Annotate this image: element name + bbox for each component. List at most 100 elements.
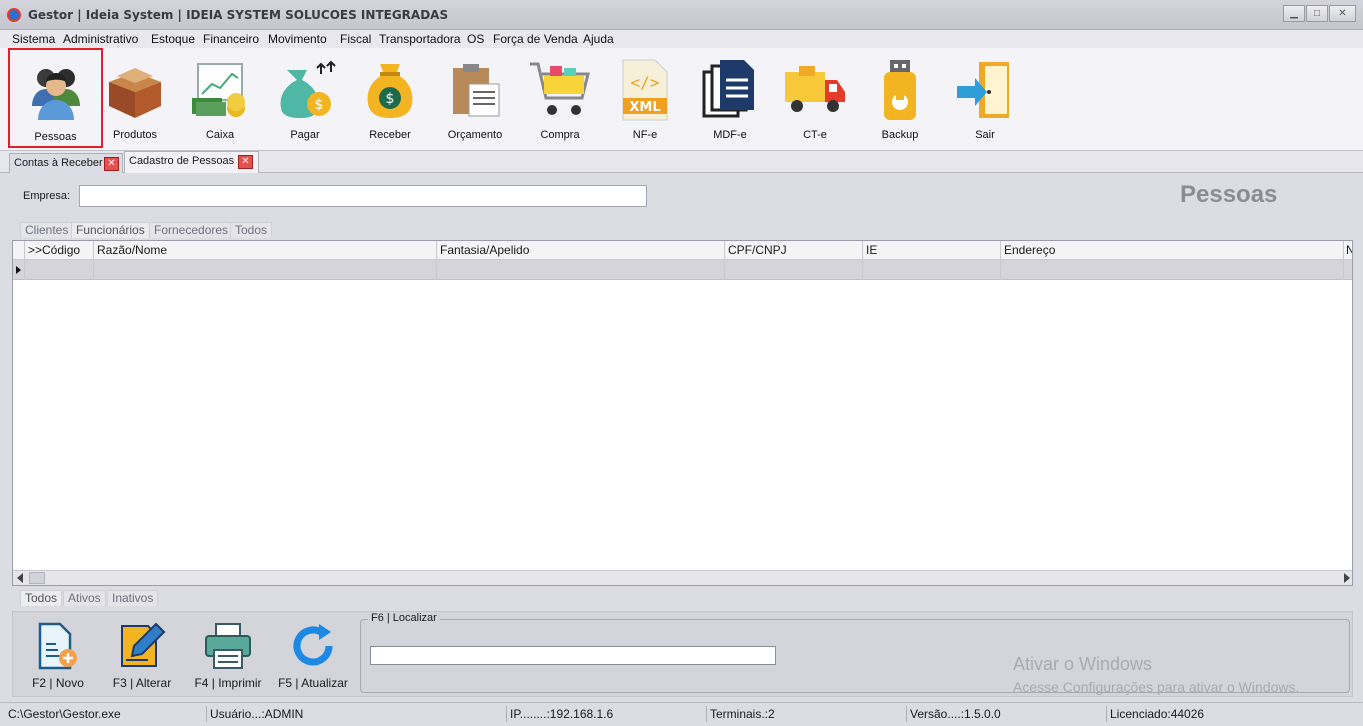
toolbar-sair-button[interactable]: Sair xyxy=(953,48,1017,148)
alterar-label: F3 | Alterar xyxy=(112,676,172,690)
toolbar-produtos-label: Produtos xyxy=(112,129,158,141)
scroll-left-icon[interactable] xyxy=(17,573,23,583)
status-user: Usuário...:ADMIN xyxy=(210,707,304,721)
svg-text:XML: XML xyxy=(629,100,660,115)
action-bar: F2 | Novo F3 | Alterar F4 | Imprimir F5 … xyxy=(12,611,1353,697)
toolbar-pessoas-label: Pessoas xyxy=(34,131,77,143)
tab-clientes[interactable]: Clientes xyxy=(20,222,74,238)
toolbar-mdfe-button[interactable]: MDF-e xyxy=(698,48,762,148)
toolbar-sair-label: Sair xyxy=(975,129,995,141)
toolbar-pagar-button[interactable]: $ Pagar xyxy=(273,48,337,148)
column-endereco[interactable]: Endereço xyxy=(1004,243,1055,257)
tab-status-todos[interactable]: Todos xyxy=(20,590,63,606)
refresh-icon xyxy=(293,624,333,666)
menu-transportadora[interactable]: Transportadora xyxy=(379,32,461,46)
close-tab-icon[interactable]: ✕ xyxy=(238,155,253,169)
menu-estoque[interactable]: Estoque xyxy=(151,32,195,46)
column-razao-nome[interactable]: Razão/Nome xyxy=(97,243,167,257)
documents-icon xyxy=(702,60,754,118)
column-fantasia-apelido[interactable]: Fantasia/Apelido xyxy=(440,243,529,257)
menu-administrativo[interactable]: Administrativo xyxy=(63,32,138,46)
toolbar-caixa-button[interactable]: Caixa xyxy=(188,48,252,148)
tab-contas-a-receber[interactable]: Contas à Receber ✕ xyxy=(9,153,123,173)
toolbar-receber-label: Receber xyxy=(369,129,411,141)
toolbar-compra-button[interactable]: Compra xyxy=(528,48,592,148)
document-tabs: Contas à Receber ✕ Cadastro de Pessoas ✕ xyxy=(0,151,1363,174)
window-title: Gestor | Ideia System | IDEIA SYSTEM SOL… xyxy=(28,8,449,22)
tab-funcionarios[interactable]: Funcionários xyxy=(71,222,150,238)
menu-movimento[interactable]: Movimento xyxy=(268,32,327,46)
toolbar-caixa-label: Caixa xyxy=(205,129,235,141)
menu-ajuda[interactable]: Ajuda xyxy=(583,32,614,46)
menu-bar: Sistema Administrativo Estoque Financeir… xyxy=(0,30,1363,48)
imprimir-button[interactable]: F4 | Imprimir xyxy=(194,618,262,694)
scroll-right-icon[interactable] xyxy=(1344,573,1350,583)
toolbar-nfe-button[interactable]: </> XML NF-e xyxy=(613,48,677,148)
alterar-button[interactable]: F3 | Alterar xyxy=(113,618,171,694)
toolbar-backup-label: Backup xyxy=(881,129,919,141)
people-icon xyxy=(31,69,80,120)
cash-register-icon xyxy=(192,63,245,117)
money-bag-receive-icon: $ xyxy=(367,64,413,118)
status-version: Versão....:1.5.0.0 xyxy=(910,707,1001,721)
exit-door-icon xyxy=(957,62,1009,118)
main-toolbar: Pessoas Produtos Caixa $ Pagar $ Receber… xyxy=(0,48,1363,151)
tab-cadastro-de-pessoas[interactable]: Cadastro de Pessoas ✕ xyxy=(124,151,259,174)
activation-watermark-title: Ativar o Windows xyxy=(1013,654,1153,674)
menu-financeiro[interactable]: Financeiro xyxy=(203,32,259,46)
column-ie[interactable]: IE xyxy=(866,243,877,257)
tab-contas-a-receber-label: Contas à Receber xyxy=(14,157,103,169)
menu-fiscal[interactable]: Fiscal xyxy=(340,32,371,46)
usb-drive-icon xyxy=(884,60,916,120)
cadastro-pessoas-panel: Empresa: Pessoas Clientes Funcionários F… xyxy=(0,173,1363,702)
minimize-button[interactable]: ▁ xyxy=(1283,5,1305,22)
new-document-icon xyxy=(38,622,77,670)
toolbar-cte-button[interactable]: CT-e xyxy=(783,48,847,148)
activation-watermark-text: Acesse Configurações para ativar o Windo… xyxy=(1013,679,1300,695)
column-more[interactable]: N xyxy=(1346,243,1352,257)
toolbar-cte-label: CT-e xyxy=(803,129,827,141)
tab-status-inativos[interactable]: Inativos xyxy=(107,590,159,606)
close-button[interactable]: ✕ xyxy=(1329,5,1356,22)
empresa-input[interactable] xyxy=(79,185,647,207)
column-codigo[interactable]: >>Código xyxy=(28,243,80,257)
toolbar-compra-label: Compra xyxy=(540,129,580,141)
pessoas-grid[interactable]: >>Código Razão/Nome Fantasia/Apelido CPF… xyxy=(12,240,1353,586)
tab-cadastro-de-pessoas-label: Cadastro de Pessoas xyxy=(129,155,235,167)
toolbar-produtos-button[interactable]: Produtos xyxy=(103,48,167,148)
toolbar-pessoas-button[interactable]: Pessoas xyxy=(8,48,103,148)
svg-text:$: $ xyxy=(386,91,395,107)
tab-fornecedores[interactable]: Fornecedores xyxy=(149,222,234,238)
localizar-input[interactable] xyxy=(370,646,776,665)
scroll-thumb[interactable] xyxy=(29,572,45,584)
status-ip: IP........:192.168.1.6 xyxy=(510,707,614,721)
status-terminals: Terminais.:2 xyxy=(710,707,775,721)
toolbar-receber-button[interactable]: $ Receber xyxy=(358,48,422,148)
toolbar-orcamento-button[interactable]: Orçamento xyxy=(443,48,507,148)
atualizar-button[interactable]: F5 | Atualizar xyxy=(278,618,348,694)
app-logo-icon xyxy=(7,8,21,22)
maximize-button[interactable]: □ xyxy=(1306,5,1328,22)
menu-sistema[interactable]: Sistema xyxy=(12,32,55,46)
status-license: Licenciado:44026 xyxy=(1110,707,1205,721)
toolbar-orcamento-label: Orçamento xyxy=(447,129,503,141)
toolbar-backup-button[interactable]: Backup xyxy=(868,48,932,148)
tab-status-ativos[interactable]: Ativos xyxy=(63,590,106,606)
menu-os[interactable]: OS xyxy=(467,32,484,46)
novo-button[interactable]: F2 | Novo xyxy=(32,618,84,694)
tab-todos[interactable]: Todos xyxy=(230,222,273,238)
menu-forca-de-venda[interactable]: Força de Venda xyxy=(493,32,578,46)
edit-pencil-icon xyxy=(121,622,166,667)
table-row[interactable] xyxy=(13,260,1352,280)
column-cpf-cnpj[interactable]: CPF/CNPJ xyxy=(728,243,787,257)
clipboard-icon xyxy=(453,64,500,117)
horizontal-scrollbar[interactable] xyxy=(13,570,1352,585)
close-tab-icon[interactable]: ✕ xyxy=(104,157,119,171)
shopping-cart-icon xyxy=(530,62,590,115)
svg-text:$: $ xyxy=(315,97,324,113)
truck-icon xyxy=(785,66,845,112)
printer-icon xyxy=(205,623,251,669)
money-bag-pay-icon: $ xyxy=(280,60,336,118)
atualizar-label: F5 | Atualizar xyxy=(278,676,348,690)
product-box-icon xyxy=(109,68,161,118)
